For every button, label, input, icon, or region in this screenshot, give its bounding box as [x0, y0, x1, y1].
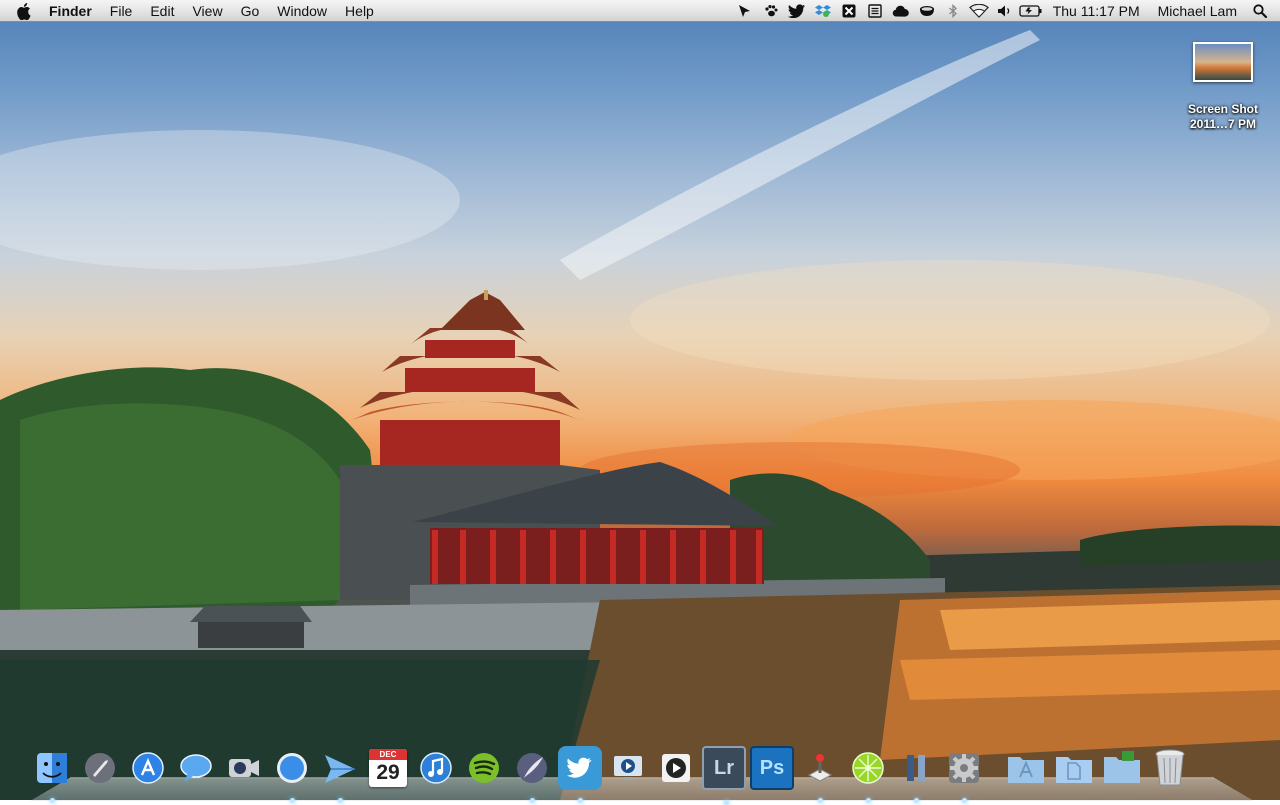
bird-icon [563, 751, 597, 785]
running-indicator [866, 798, 871, 803]
menu-go[interactable]: Go [232, 0, 269, 22]
ps-icon: Ps [760, 757, 784, 780]
photoshop-label: Ps [759, 756, 785, 779]
wallpaper-scene [0, 30, 1280, 800]
menu-window[interactable]: Window [268, 0, 336, 22]
dropbox-icon[interactable] [810, 0, 836, 22]
dock-item-photoshop[interactable]: Ps [750, 746, 794, 790]
play-monitor-icon [611, 751, 645, 785]
screenshot-thumbnail [1193, 42, 1253, 82]
running-indicator [50, 798, 55, 803]
app-store-icon [131, 751, 165, 785]
menu-bar-right: Thu 11:17 PM Michael Lam [732, 0, 1280, 22]
dock: DEC 29 Lr Ps [30, 738, 1254, 805]
dock-item-transmit[interactable] [798, 746, 842, 803]
dock-item-spotify[interactable] [462, 746, 506, 790]
menu-view[interactable]: View [183, 0, 231, 22]
dock-item-lightroom[interactable]: Lr [702, 746, 746, 805]
pointer-icon[interactable] [732, 0, 758, 22]
dock-item-columns[interactable] [894, 746, 938, 803]
menu-help[interactable]: Help [336, 0, 383, 22]
calendar-month: DEC [369, 749, 407, 760]
running-indicator [914, 798, 919, 803]
x-box-icon[interactable] [836, 0, 862, 22]
dock-item-dvd-player[interactable] [654, 746, 698, 790]
running-indicator [290, 798, 295, 803]
dock-item-safari[interactable] [270, 746, 314, 803]
dock-item-applications-folder[interactable] [1004, 746, 1048, 790]
downloads-folder-icon [1102, 751, 1142, 785]
magnifier-icon[interactable] [1246, 0, 1274, 22]
speech-bubble-icon [179, 751, 213, 785]
running-indicator [530, 798, 535, 803]
lr-icon: Lr [714, 757, 734, 780]
menu-clock[interactable]: Thu 11:17 PM [1044, 0, 1149, 22]
dock-separator [990, 746, 1004, 790]
desktop-wallpaper [0, 0, 1280, 800]
dock-item-downloads-folder[interactable] [1100, 746, 1144, 790]
menu-edit[interactable]: Edit [141, 0, 183, 22]
running-indicator [818, 798, 823, 803]
running-indicator [724, 800, 729, 805]
dock-item-sparrow[interactable] [318, 746, 362, 803]
apple-icon[interactable] [10, 0, 40, 22]
dock-item-documents-folder[interactable] [1052, 746, 1096, 790]
documents-folder-icon [1054, 751, 1094, 785]
bluetooth-icon[interactable] [940, 0, 966, 22]
volume-icon[interactable] [992, 0, 1018, 22]
menu-file[interactable]: File [101, 0, 142, 22]
coffee-cup-icon[interactable] [914, 0, 940, 22]
running-indicator [338, 798, 343, 803]
wifi-icon[interactable] [966, 0, 992, 22]
dock-item-system-preferences[interactable] [942, 746, 986, 803]
dock-item-sparrow-2[interactable] [510, 746, 554, 803]
dock-item-ical[interactable]: DEC 29 [366, 746, 410, 790]
running-indicator [578, 798, 583, 803]
play-disc-icon [659, 751, 693, 785]
running-indicator [962, 798, 967, 803]
notes-icon[interactable] [862, 0, 888, 22]
dock-item-tweetie[interactable] [558, 746, 602, 803]
desktop-file-screenshot[interactable]: Screen Shot 2011…7 PM [1178, 42, 1268, 132]
dock-item-app-store[interactable] [126, 746, 170, 790]
music-note-icon [419, 751, 453, 785]
compass-icon [275, 751, 309, 785]
gear-icon [947, 751, 981, 785]
menu-app-finder[interactable]: Finder [40, 0, 101, 22]
dock-item-ichat[interactable] [174, 746, 218, 790]
dock-item-facetime[interactable] [222, 746, 266, 790]
lightroom-label: Lr [714, 756, 734, 779]
calendar-day: 29 [376, 761, 400, 784]
dock-item-limechat[interactable] [846, 746, 890, 803]
desktop-file-label: Screen Shot 2011…7 PM [1187, 102, 1259, 131]
rocket-icon [83, 751, 117, 785]
calendar-icon: DEC 29 [369, 749, 407, 787]
battery-icon[interactable] [1018, 0, 1044, 22]
dock-item-trash[interactable] [1148, 746, 1192, 790]
menu-bar: Finder File Edit View Go Window Help Thu… [0, 0, 1280, 22]
dock-item-finder[interactable] [30, 746, 74, 803]
dock-item-quicktime[interactable] [606, 746, 650, 790]
paper-plane-icon [323, 751, 357, 785]
dock-items: DEC 29 Lr Ps [30, 738, 1196, 805]
cloud-icon[interactable] [888, 0, 914, 22]
dock-item-itunes[interactable] [414, 746, 458, 790]
menu-bar-left: Finder File Edit View Go Window Help [0, 0, 383, 22]
applications-folder-icon [1006, 751, 1046, 785]
quill-icon [515, 751, 549, 785]
trash-icon [1153, 748, 1187, 788]
user-menu[interactable]: Michael Lam [1149, 0, 1246, 22]
finder-face-icon [35, 751, 69, 785]
camera-icon [227, 751, 261, 785]
dock-item-launchpad[interactable] [78, 746, 122, 790]
lime-icon [851, 751, 885, 785]
columns-icon [899, 751, 933, 785]
paw-icon[interactable] [758, 0, 784, 22]
twitter-bird-icon[interactable] [784, 0, 810, 22]
spotify-icon [467, 751, 501, 785]
joystick-icon [803, 751, 837, 785]
